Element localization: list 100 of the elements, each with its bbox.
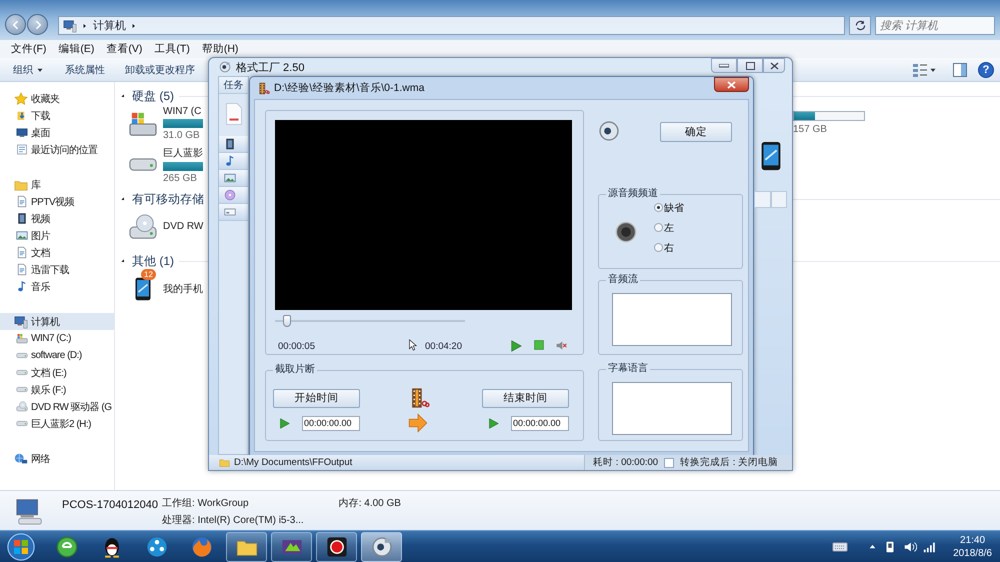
- taskbar-button[interactable]: [226, 532, 267, 562]
- radio-label[interactable]: 左: [664, 220, 674, 234]
- music-note-icon: [224, 155, 236, 167]
- network-icon: [14, 452, 28, 466]
- seek-slider[interactable]: [275, 316, 465, 326]
- toolbar-button[interactable]: 卸载或更改程序: [120, 62, 200, 76]
- current-time: 00:00:05: [277, 340, 315, 352]
- play-button[interactable]: [278, 416, 291, 430]
- nav-item[interactable]: 网络: [0, 450, 114, 467]
- breadcrumb[interactable]: 计算机: [93, 18, 126, 33]
- computer-name: PCOS-1704012040: [62, 499, 158, 511]
- nav-item[interactable]: 视频: [0, 210, 114, 227]
- group-label: 音频流: [606, 274, 640, 286]
- film-icon: [16, 212, 28, 225]
- speaker-icon: [615, 220, 637, 242]
- nav-item[interactable]: 计算机: [0, 313, 114, 330]
- detail-text: 工作组: WorkGroup: [162, 497, 250, 510]
- nav-item[interactable]: 图片: [0, 227, 114, 244]
- start-time-button[interactable]: 开始时间: [273, 388, 360, 408]
- card-icon: [224, 206, 236, 218]
- nav-item[interactable]: 迅雷下载: [0, 261, 114, 278]
- document-icon: [16, 143, 28, 156]
- address-bar[interactable]: 计算机: [58, 16, 845, 35]
- nav-item[interactable]: 音乐: [0, 278, 114, 295]
- disc-drive-icon: [16, 401, 28, 412]
- drive-name[interactable]: DVD RW: [163, 221, 204, 232]
- drive-name[interactable]: WIN7 (C: [163, 106, 203, 117]
- close-button[interactable]: [763, 58, 785, 73]
- usage-bar: [163, 119, 203, 128]
- checkbox-label: 转换完成后 : 关闭电脑: [680, 456, 778, 469]
- nav-item[interactable]: 文档: [0, 244, 114, 261]
- toolbar-button[interactable]: 组织: [8, 62, 50, 76]
- time-field[interactable]: 00:00:00.00: [302, 416, 360, 430]
- nav-item[interactable]: 库: [0, 176, 114, 193]
- menu-item[interactable]: 帮助(H): [196, 42, 244, 56]
- nav-item[interactable]: 桌面: [0, 124, 114, 141]
- nav-item[interactable]: 文档 (E:): [0, 364, 114, 381]
- menu-item[interactable]: 文件(F): [5, 42, 52, 56]
- help-button[interactable]: ?: [978, 62, 994, 78]
- drive-name[interactable]: 巨人蓝影: [163, 146, 203, 160]
- nav-item[interactable]: DVD RW 驱动器 (G: [0, 398, 114, 415]
- drive-name[interactable]: 我的手机: [163, 282, 203, 296]
- nav-item[interactable]: WIN7 (C:): [0, 330, 114, 347]
- stop-icon: [533, 339, 545, 351]
- forward-button[interactable]: [27, 14, 48, 35]
- app-icon: [370, 536, 392, 558]
- slider-thumb[interactable]: [282, 315, 291, 327]
- menu-item[interactable]: 工具(T): [148, 42, 196, 56]
- checkbox[interactable]: [664, 458, 674, 468]
- play-icon: [278, 416, 291, 430]
- toolbar-button[interactable]: 系统属性: [60, 62, 110, 76]
- nav-item[interactable]: 最近访问的位置: [0, 141, 114, 158]
- output-path[interactable]: D:\My Documents\FFOutput: [234, 457, 352, 468]
- radio-button[interactable]: [654, 223, 663, 232]
- nav-item[interactable]: PPTV视频: [0, 193, 114, 210]
- list-box[interactable]: [612, 293, 732, 346]
- drive-icon: [16, 333, 28, 344]
- view-icon: [912, 62, 928, 78]
- end-time-button[interactable]: 结束时间: [482, 388, 569, 408]
- taskbar-button[interactable]: [361, 532, 402, 562]
- radio-button[interactable]: [654, 203, 663, 212]
- back-button[interactable]: [5, 14, 26, 35]
- search-field[interactable]: 搜索 计算机: [875, 16, 995, 35]
- radio-label[interactable]: 右: [664, 240, 674, 254]
- radio-button[interactable]: [654, 243, 663, 252]
- total-time: 00:04:20: [425, 340, 462, 352]
- group-label: 截取片断: [273, 364, 317, 376]
- close-button[interactable]: [714, 77, 749, 92]
- drive-icon: [128, 110, 158, 136]
- list-box[interactable]: [612, 382, 732, 435]
- detail-text: 内存: 4.00 GB: [338, 496, 401, 510]
- nav-item[interactable]: 收藏夹: [0, 90, 114, 107]
- ok-button[interactable]: 确定: [660, 122, 732, 142]
- play-icon: [487, 416, 500, 430]
- app-icon: [219, 61, 231, 73]
- taskbar-button[interactable]: [316, 532, 357, 562]
- maximize-button[interactable]: [737, 58, 763, 73]
- section-heading: 硬盘 (5): [132, 88, 174, 104]
- nav-item[interactable]: software (D:): [0, 347, 114, 364]
- drive-icon: [16, 386, 28, 393]
- refresh-button[interactable]: [849, 16, 871, 35]
- nav-item[interactable]: 巨人蓝影2 (H:): [0, 415, 114, 432]
- play-button[interactable]: [509, 339, 523, 353]
- category-button[interactable]: [219, 153, 248, 170]
- menu-item[interactable]: 查看(V): [100, 42, 148, 56]
- computer-icon: [63, 18, 77, 32]
- drive-size: 31.0 GB: [163, 130, 201, 141]
- time-field[interactable]: 00:00:00.00: [511, 416, 569, 430]
- minimize-button[interactable]: [711, 58, 737, 73]
- category-button[interactable]: [219, 136, 248, 153]
- radio-label[interactable]: 缺省: [664, 200, 684, 214]
- music-note-icon: [16, 280, 28, 293]
- clock-date: 2018/8/6: [953, 546, 992, 560]
- play-button[interactable]: [487, 416, 500, 430]
- play-icon: [509, 339, 523, 353]
- stop-button[interactable]: [533, 339, 545, 353]
- nav-item[interactable]: 下载: [0, 107, 114, 124]
- nav-item[interactable]: 娱乐 (F:): [0, 381, 114, 398]
- tab[interactable]: 任务: [219, 77, 248, 94]
- menu-item[interactable]: 编辑(E): [52, 42, 100, 56]
